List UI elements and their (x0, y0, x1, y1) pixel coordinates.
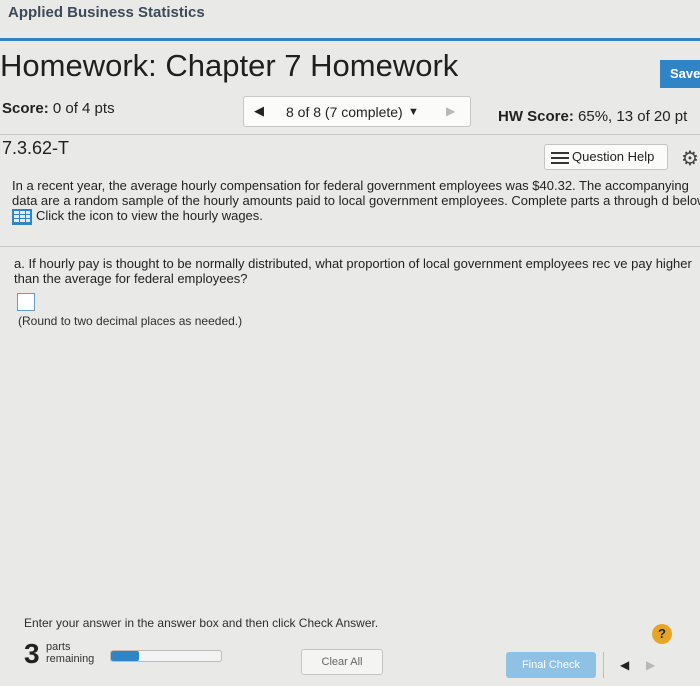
page-title: Homework: Chapter 7 Homework (0, 48, 459, 83)
part-a-line-1: a. If hourly pay is thought to be normal… (14, 256, 694, 271)
question-help-label: Question Help (572, 149, 655, 164)
rounding-note: (Round to two decimal places as needed.) (18, 314, 243, 328)
part-a-line-1-text: a. If hourly pay is thought to be normal… (14, 256, 611, 271)
question-intro: In a recent year, the average hourly com… (12, 178, 700, 225)
question-position[interactable]: 8 of 8 (7 complete) (286, 104, 403, 120)
part-a-line-2: than the average for federal employees? (14, 271, 248, 286)
intro-line-3: Click the icon to view the hourly wages. (12, 208, 692, 225)
score-label: Score: (2, 100, 49, 117)
answer-instruction: Enter your answer in the answer box and … (24, 616, 379, 630)
clear-all-button[interactable]: Clear All (301, 649, 383, 675)
right-triangle-icon[interactable]: ▶ (646, 658, 655, 672)
list-icon (551, 151, 569, 164)
hw-score-label: HW Score: (498, 108, 574, 125)
question-help-button[interactable]: Question Help (544, 144, 668, 170)
divider (0, 246, 700, 247)
final-check-button[interactable]: Final Check (506, 652, 596, 678)
header-divider (0, 38, 700, 41)
intro-line-3-text: Click the icon to view the hourly wages. (36, 208, 263, 223)
right-triangle-icon[interactable]: ▶ (446, 104, 455, 118)
part-a-question: a. If hourly pay is thought to be normal… (14, 256, 694, 286)
progress-bar (110, 650, 222, 662)
left-triangle-icon[interactable]: ◀ (254, 103, 264, 119)
divider (0, 134, 700, 135)
help-icon[interactable]: ? (652, 624, 672, 644)
left-triangle-icon[interactable]: ◀ (620, 658, 629, 672)
score: Score: 0 of 4 pts (2, 100, 115, 117)
intro-line-2: data are a random sample of the hourly a… (12, 193, 700, 208)
question-id: 7.3.62-T (2, 138, 70, 158)
parts-remaining-label: parts remaining (46, 641, 94, 665)
parts-label-1: parts (46, 641, 71, 653)
divider (603, 652, 604, 678)
progress-fill (111, 651, 139, 661)
gear-icon[interactable]: ⚙ (681, 146, 699, 171)
hw-score: HW Score: 65%, 13 of 20 pt (498, 108, 687, 125)
answer-input[interactable] (17, 293, 35, 311)
parts-remaining-count: 3 (24, 638, 40, 669)
intro-line-1: In a recent year, the average hourly com… (12, 178, 689, 193)
parts-label-2: remaining (46, 653, 95, 665)
score-value: 0 of 4 pts (52, 100, 115, 117)
hw-score-value: 65%, 13 of 20 pt (578, 108, 688, 125)
part-a-line-1-end: ve pay higher (613, 256, 692, 271)
app-title: Applied Business Statistics (8, 4, 205, 21)
data-table-icon[interactable] (12, 208, 32, 225)
down-triangle-icon[interactable]: ▼ (408, 106, 419, 118)
save-button[interactable]: Save (660, 60, 700, 88)
